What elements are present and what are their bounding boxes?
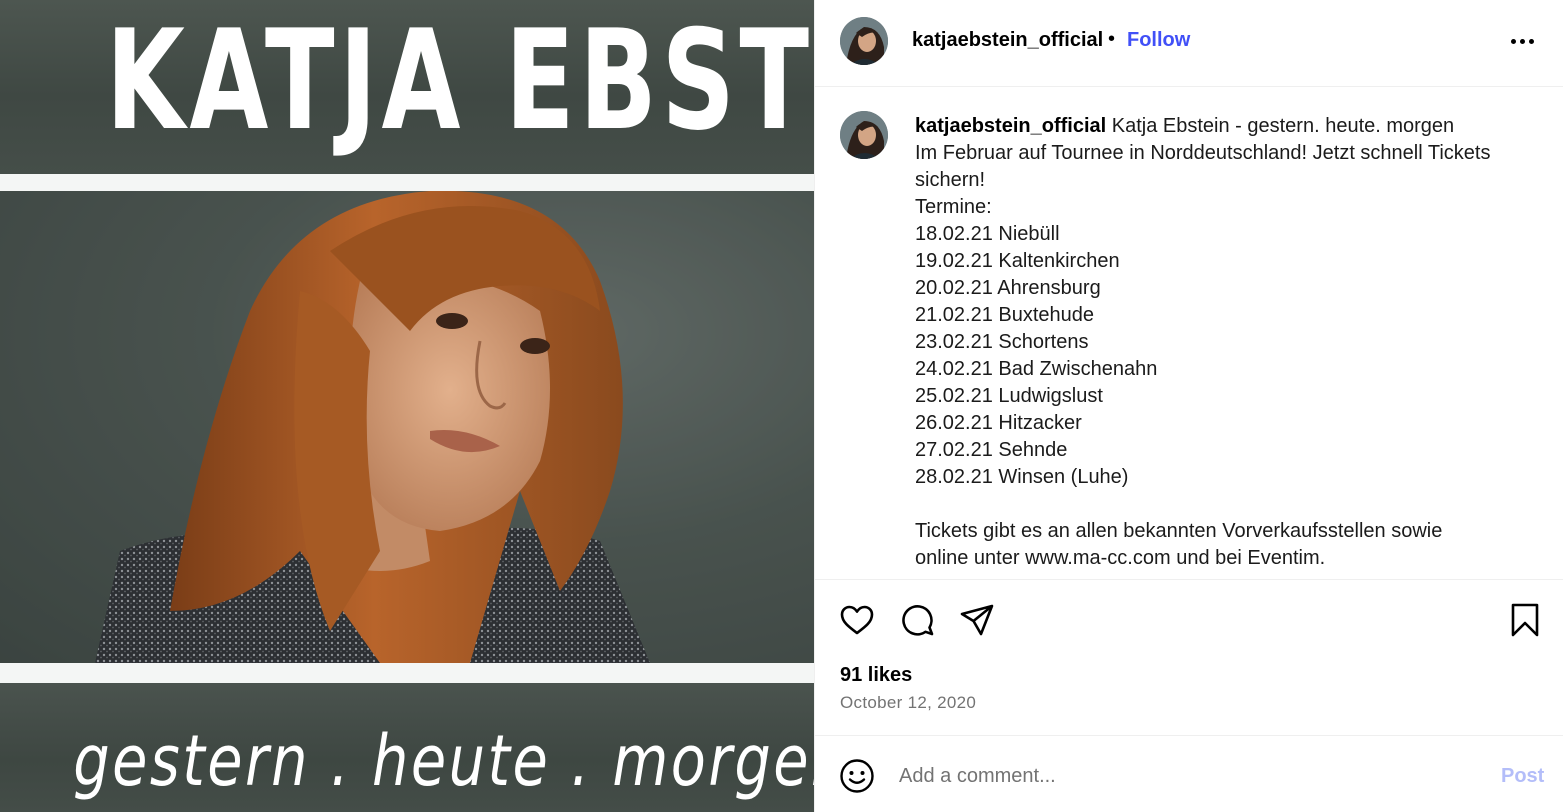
- poster-title: KATJA EBSTEIN: [105, 0, 814, 161]
- post-comment-button[interactable]: Post: [1501, 765, 1544, 788]
- poster-subtitle: gestern . heute . morgen: [73, 720, 814, 802]
- follow-button[interactable]: Follow: [1127, 29, 1190, 52]
- caption-username[interactable]: katjaebstein_official: [915, 115, 1106, 137]
- caption-line: online unter www.ma-cc.com und bei Event…: [915, 547, 1326, 569]
- tour-date: 27.02.21 Sehnde: [915, 439, 1068, 461]
- likes-count[interactable]: 91 likes: [840, 664, 912, 687]
- emoji-icon[interactable]: [839, 758, 875, 794]
- tour-date: 20.02.21 Ahrensburg: [915, 277, 1101, 299]
- post-header: katjaebstein_official • Follow: [815, 0, 1563, 87]
- caption-line: Tickets gibt es an allen bekannten Vorve…: [915, 520, 1443, 542]
- share-icon[interactable]: [959, 602, 995, 638]
- more-options-icon[interactable]: [1501, 28, 1545, 56]
- tour-date: 26.02.21 Hitzacker: [915, 412, 1082, 434]
- tour-date: 19.02.21 Kaltenkirchen: [915, 250, 1120, 272]
- tour-date: 25.02.21 Ludwigslust: [915, 385, 1103, 407]
- post-details-panel: katjaebstein_official • Follow katjaebst…: [814, 0, 1563, 812]
- comment-icon[interactable]: [899, 602, 935, 638]
- header-username[interactable]: katjaebstein_official: [912, 29, 1103, 52]
- portrait-illustration: [0, 191, 814, 663]
- tour-date: 23.02.21 Schortens: [915, 331, 1089, 353]
- tour-date: 24.02.21 Bad Zwischenahn: [915, 358, 1158, 380]
- post-media[interactable]: KATJA EBSTEIN: [0, 0, 814, 812]
- post-date: October 12, 2020: [840, 693, 977, 712]
- caption-line: katjaebstein_official Katja Ebstein - ge…: [915, 115, 1455, 137]
- caption-line: Im Februar auf Tournee in Norddeutschlan…: [915, 142, 1491, 164]
- caption-line: sichern!: [915, 169, 986, 191]
- tour-date: 21.02.21 Buxtehude: [915, 304, 1095, 326]
- comment-input[interactable]: [899, 760, 1459, 792]
- heart-icon[interactable]: [839, 602, 875, 638]
- poster-divider-top: [0, 174, 814, 191]
- tour-date: 18.02.21 Niebüll: [915, 223, 1060, 245]
- caption-line: Termine:: [915, 196, 992, 218]
- portrait-photo: [0, 191, 814, 663]
- bookmark-icon[interactable]: [1507, 602, 1543, 638]
- caption-avatar[interactable]: [840, 111, 888, 159]
- poster-divider-bottom: [0, 663, 814, 683]
- tour-date: 28.02.21 Winsen (Luhe): [915, 466, 1129, 488]
- separator-dot: •: [1108, 28, 1116, 50]
- action-bar: [815, 579, 1563, 659]
- comment-bar: Post: [815, 735, 1563, 812]
- caption-text: katjaebstein_official Katja Ebstein - ge…: [915, 113, 1535, 572]
- avatar[interactable]: [840, 17, 888, 65]
- caption-area: katjaebstein_official Katja Ebstein - ge…: [815, 88, 1563, 579]
